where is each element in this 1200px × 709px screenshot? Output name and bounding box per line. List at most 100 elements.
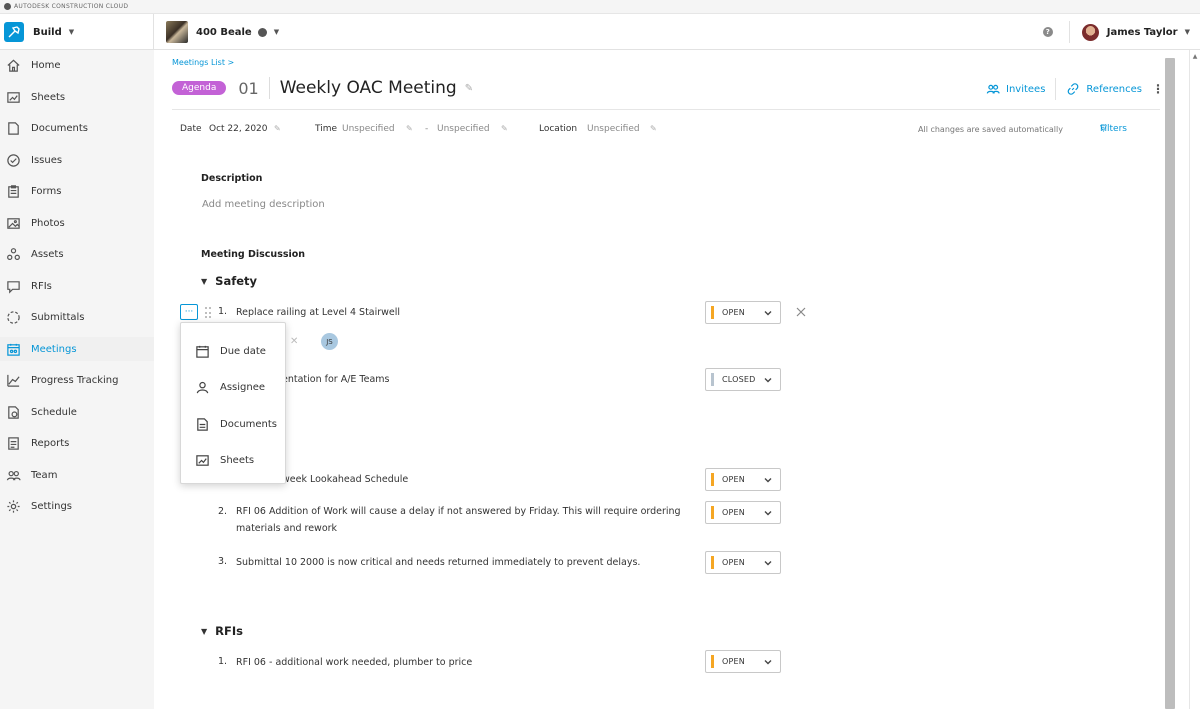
collapse-triangle-icon[interactable]: ▼	[201, 277, 207, 286]
list-item[interactable]: 1. Replace railing at Level 4 Stairwell	[218, 306, 400, 320]
sidebar-item-label: Issues	[31, 154, 63, 166]
brand-strip: AUTODESK CONSTRUCTION CLOUD	[0, 0, 1200, 14]
item-text: Replace railing at Level 4 Stairwell	[236, 307, 401, 318]
scroll-up-arrow-icon[interactable]: ▲	[1190, 50, 1200, 62]
menu-item-sheets[interactable]: Sheets	[181, 446, 287, 474]
home-icon	[6, 58, 21, 73]
item-status-select[interactable]: OPEN	[705, 301, 781, 324]
list-item[interactable]: 3. Submittal 10 2000 is now critical and…	[218, 556, 640, 570]
location-value[interactable]: Unspecified	[587, 124, 640, 134]
help-icon[interactable]: ?	[1042, 27, 1053, 37]
submittals-icon	[6, 310, 21, 325]
remove-item-close-icon[interactable]	[795, 306, 807, 318]
filters-chevron-icon: ⌄	[1100, 124, 1106, 132]
status-indicator	[711, 373, 714, 386]
sidebar-item-assets[interactable]: Assets	[0, 242, 154, 266]
item-status-select[interactable]: OPEN	[705, 468, 781, 491]
project-caret-icon: ▼	[273, 28, 280, 36]
menu-item-assignee[interactable]: Assignee	[181, 373, 287, 401]
sidebar-item-home[interactable]: Home	[0, 53, 154, 77]
status-indicator	[711, 506, 714, 519]
time-start-value[interactable]: Unspecified	[342, 124, 395, 134]
item-status-select[interactable]: OPEN	[705, 650, 781, 673]
status-label: CLOSED	[722, 375, 756, 384]
sidebar-item-sheets[interactable]: Sheets	[0, 85, 154, 109]
settings-icon	[6, 499, 21, 514]
drag-handle-icon[interactable]	[205, 307, 212, 319]
list-item[interactable]: 2. RFI 06 Addition of Work will cause a …	[218, 503, 698, 537]
sidebar-item-team[interactable]: Team	[0, 463, 154, 487]
item-actions-menu: Due date Assignee Documents Sheets	[180, 322, 286, 484]
page-title[interactable]: Weekly OAC Meeting	[280, 78, 457, 98]
status-indicator	[711, 655, 714, 668]
sidebar-item-reports[interactable]: Reports	[0, 431, 154, 455]
sidebar-item-forms[interactable]: Forms	[0, 179, 154, 203]
edit-time-end-pencil-icon[interactable]: ✎	[501, 124, 508, 133]
item-status-select[interactable]: OPEN	[705, 501, 781, 524]
topic-rfis-header[interactable]: ▼ RFIs	[201, 624, 243, 638]
more-options-icon[interactable]: ⋮	[1152, 82, 1164, 96]
sidebar-item-label: Team	[31, 469, 58, 481]
user-name[interactable]: James Taylor	[1107, 27, 1178, 38]
assignee-avatar[interactable]: JS	[321, 333, 338, 350]
edit-location-pencil-icon[interactable]: ✎	[650, 124, 657, 133]
sidebar-item-label: Photos	[31, 217, 65, 229]
date-value[interactable]: Oct 22, 2020	[209, 124, 268, 134]
item-number: 3.	[218, 556, 228, 567]
invitees-button[interactable]: Invitees	[986, 82, 1045, 96]
topic-title: RFIs	[215, 624, 243, 638]
item-number: 1.	[218, 306, 228, 317]
avatar[interactable]	[1081, 23, 1099, 41]
project-switcher[interactable]: 400 Beale ▼	[166, 19, 279, 45]
time-separator: -	[425, 124, 429, 134]
clear-chip-close-icon[interactable]: ✕	[290, 336, 298, 347]
collapse-triangle-icon[interactable]: ▼	[201, 627, 207, 636]
sidebar-item-label: Home	[31, 59, 61, 71]
description-input[interactable]: Add meeting description	[202, 199, 325, 210]
sidebar-item-label: Submittals	[31, 311, 85, 323]
project-name: 400 Beale	[196, 26, 252, 38]
list-item[interactable]: entation for A/E Teams	[282, 373, 390, 387]
references-button[interactable]: References	[1066, 82, 1142, 96]
sidebar-item-progress-tracking[interactable]: Progress Tracking	[0, 368, 154, 392]
status-label: OPEN	[722, 508, 745, 517]
scrollbar-thumb[interactable]	[1165, 58, 1175, 709]
sidebar-item-meetings[interactable]: Meetings	[0, 337, 154, 361]
photos-icon	[6, 216, 21, 231]
topic-safety-header[interactable]: ▼ Safety	[201, 274, 257, 288]
time-end-value[interactable]: Unspecified	[437, 124, 490, 134]
sidebar-item-settings[interactable]: Settings	[0, 494, 154, 518]
status-label: OPEN	[722, 657, 745, 666]
autodesk-logo-icon	[4, 3, 11, 10]
sidebar-item-submittals[interactable]: Submittals	[0, 305, 154, 329]
item-actions-button[interactable]: ···	[180, 304, 198, 320]
item-status-select[interactable]: OPEN	[705, 551, 781, 574]
status-indicator	[711, 306, 714, 319]
item-number: 2.	[218, 506, 228, 517]
sidebar-item-photos[interactable]: Photos	[0, 211, 154, 235]
sidebar-item-documents[interactable]: Documents	[0, 116, 154, 140]
sidebar-item-schedule[interactable]: Schedule	[0, 400, 154, 424]
edit-date-pencil-icon[interactable]: ✎	[274, 124, 281, 133]
list-item[interactable]: week Lookahead Schedule	[282, 473, 408, 487]
description-label: Description	[201, 173, 263, 184]
edit-time-start-pencil-icon[interactable]: ✎	[406, 124, 413, 133]
topic-title: Safety	[215, 274, 257, 288]
item-status-select[interactable]: CLOSED	[705, 368, 781, 391]
breadcrumb[interactable]: Meetings List >	[172, 58, 234, 67]
sidebar-item-label: Forms	[31, 185, 62, 197]
sidebar-item-issues[interactable]: Issues	[0, 148, 154, 172]
brand-label: AUTODESK CONSTRUCTION CLOUD	[14, 3, 129, 10]
edit-title-pencil-icon[interactable]: ✎	[465, 83, 473, 94]
list-item[interactable]: 1. RFI 06 - additional work needed, plum…	[218, 656, 472, 670]
item-text: entation for A/E Teams	[282, 374, 390, 385]
build-hammer-icon	[4, 22, 24, 42]
action-divider	[1055, 78, 1057, 100]
menu-item-documents[interactable]: Documents	[181, 410, 287, 438]
sidebar-item-label: Assets	[31, 248, 64, 260]
status-label: OPEN	[722, 475, 745, 484]
module-switcher[interactable]: Build ▼	[0, 14, 154, 50]
user-caret-icon[interactable]: ▼	[1185, 28, 1190, 36]
menu-item-due-date[interactable]: Due date	[181, 337, 287, 365]
sidebar-item-rfis[interactable]: RFIs	[0, 274, 154, 298]
